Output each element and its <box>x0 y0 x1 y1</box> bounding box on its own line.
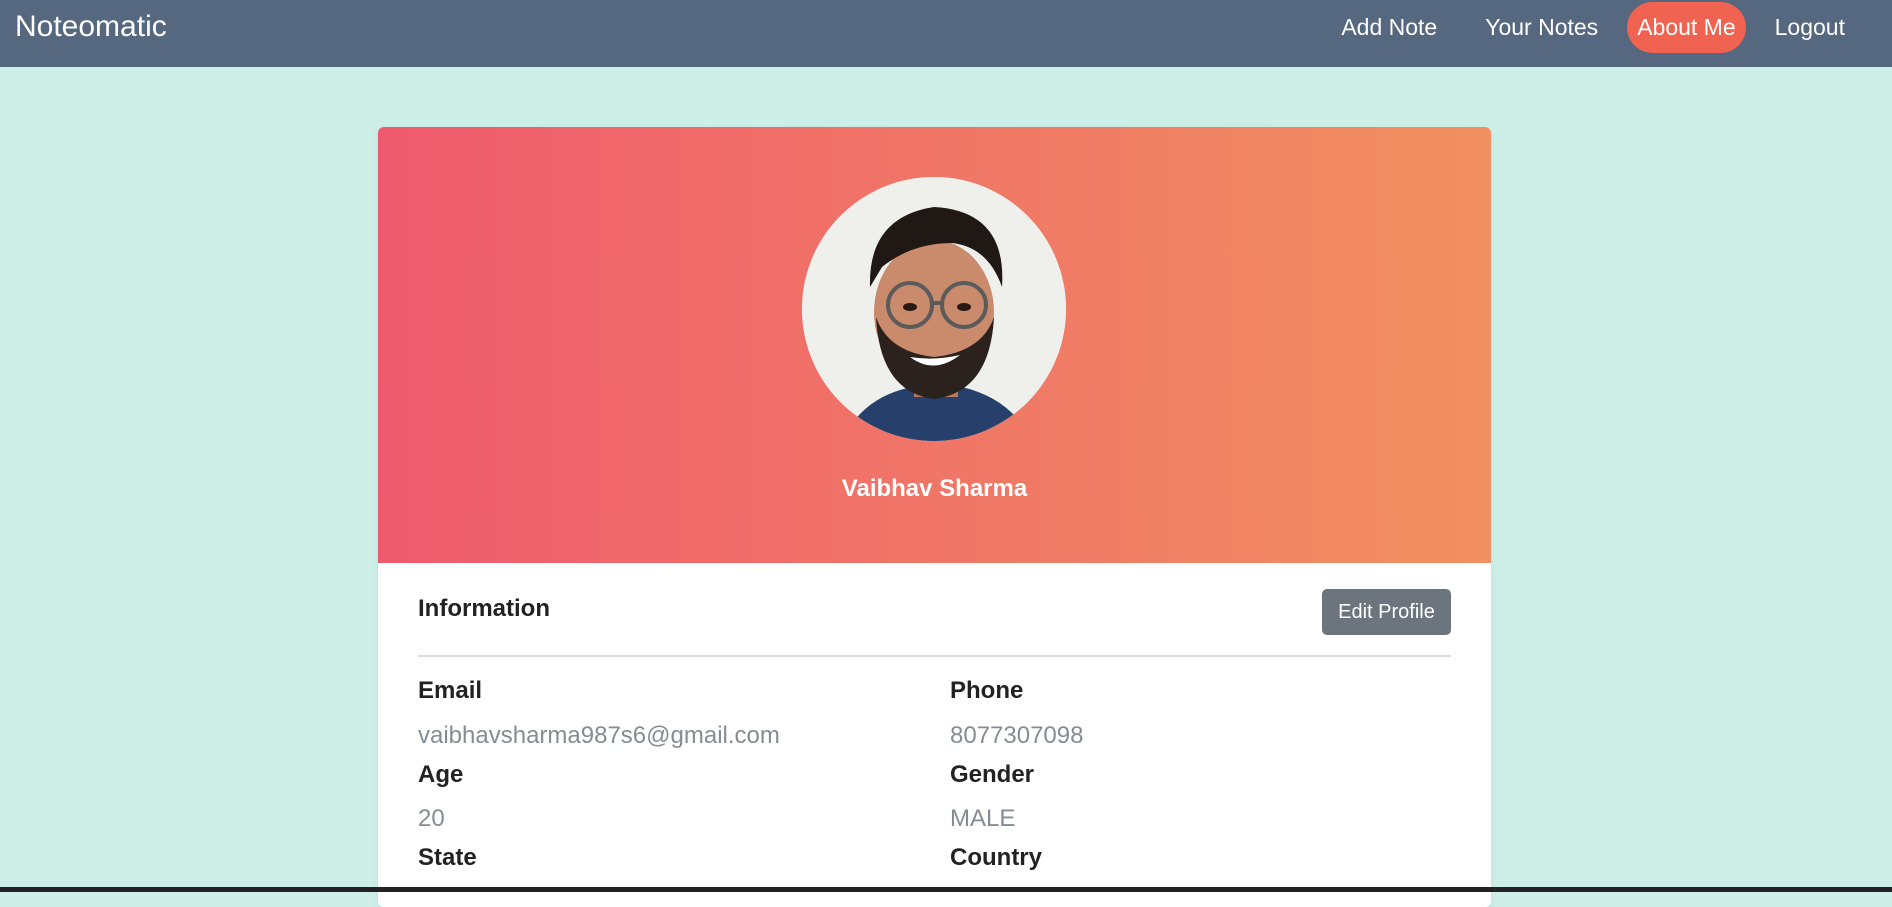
navbar: Noteomatic Add Note Your Notes About Me … <box>0 0 1892 67</box>
nav-links: Add Note Your Notes About Me Logout <box>1322 1 1864 53</box>
gender-value: MALE <box>950 805 1016 832</box>
profile-card: Vaibhav Sharma Information Edit Profile … <box>378 127 1491 907</box>
phone-value: 8077307098 <box>950 722 1084 749</box>
age-label: Age <box>418 761 464 788</box>
gender-label: Gender <box>950 761 1035 788</box>
nav-link-logout[interactable]: Logout <box>1756 2 1864 53</box>
information-heading: Information <box>418 595 550 622</box>
avatar <box>802 177 1066 441</box>
divider <box>418 655 1451 657</box>
profile-name: Vaibhav Sharma <box>841 475 1028 502</box>
nav-link-your-notes[interactable]: Your Notes <box>1466 2 1617 53</box>
phone-label: Phone <box>950 677 1024 704</box>
state-label: State <box>418 844 477 871</box>
window-bottom-edge <box>0 887 1892 892</box>
edit-profile-button[interactable]: Edit Profile <box>1322 589 1451 635</box>
profile-header: Vaibhav Sharma <box>378 127 1491 563</box>
age-value: 20 <box>418 805 445 832</box>
email-label: Email <box>418 677 483 704</box>
brand-logo[interactable]: Noteomatic <box>15 10 167 44</box>
country-label: Country <box>950 844 1042 871</box>
nav-link-add-note[interactable]: Add Note <box>1322 2 1456 53</box>
avatar-photo <box>802 177 1066 441</box>
email-value: vaibhavsharma987s6@gmail.com <box>418 722 780 749</box>
nav-link-about-me[interactable]: About Me <box>1627 1 1746 53</box>
